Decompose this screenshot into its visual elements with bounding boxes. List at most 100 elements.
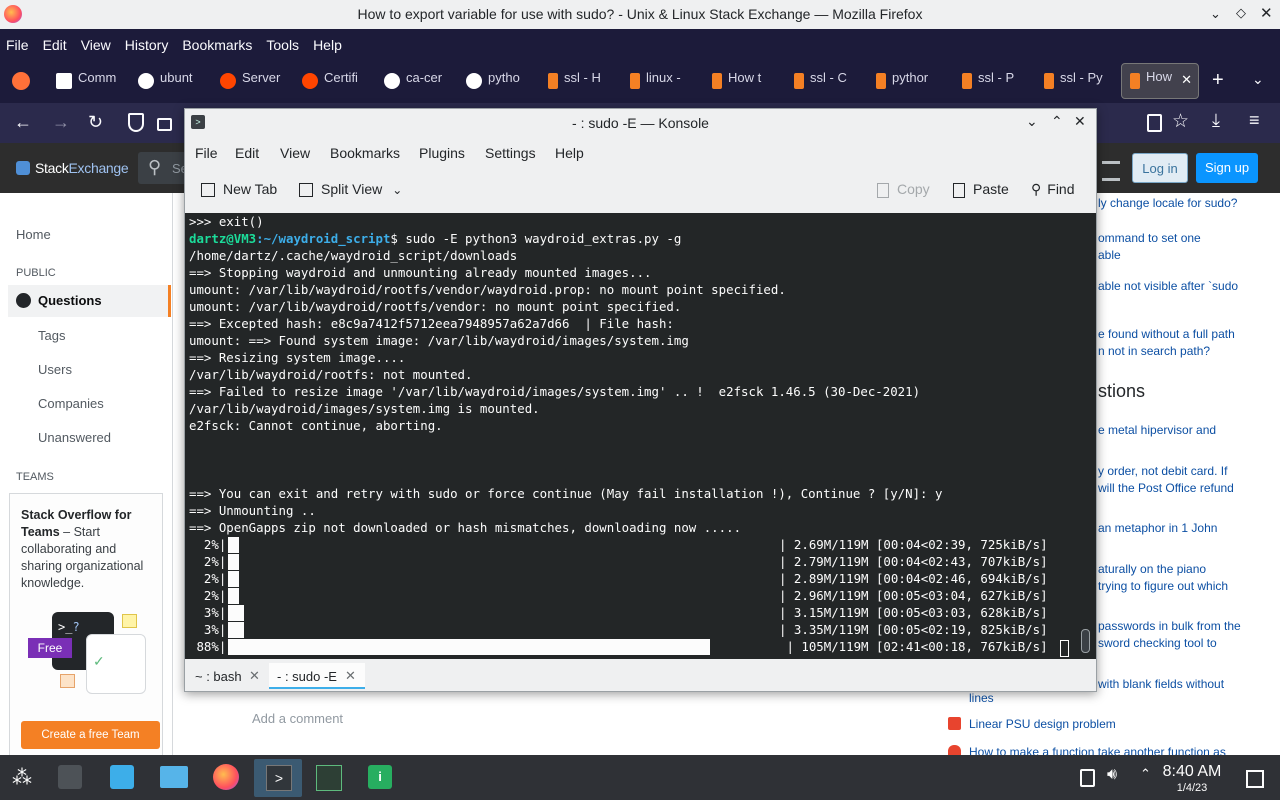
konsole-menu-bookmarks[interactable]: Bookmarks xyxy=(330,145,400,161)
hot-question-link[interactable]: passwords in bulk from the xyxy=(1098,618,1241,635)
clock-time[interactable]: 8:40 AM xyxy=(1158,763,1226,781)
maximize-icon[interactable]: ◇ xyxy=(1236,5,1250,20)
nav-tags[interactable]: Tags xyxy=(38,328,65,343)
konsole-menu-help[interactable]: Help xyxy=(555,145,584,161)
app-menu-icon[interactable]: ≡ xyxy=(1249,110,1260,131)
related-question-link[interactable]: ly change locale for sudo? xyxy=(1098,195,1237,212)
tab-close-icon[interactable]: ✕ xyxy=(249,668,260,684)
browser-tab[interactable]: linux - xyxy=(630,66,692,96)
tab-close-icon[interactable]: ✕ xyxy=(1181,72,1192,88)
menu-file[interactable]: File xyxy=(6,37,29,53)
volume-icon[interactable]: 🔊︎ xyxy=(1107,766,1117,784)
copy-button[interactable]: Copy xyxy=(877,181,930,198)
browser-tab[interactable]: ca-cer xyxy=(384,66,446,96)
signup-button[interactable]: Sign up xyxy=(1196,153,1258,183)
konsole-tab-sudo[interactable]: - : sudo -E ✕ xyxy=(269,663,365,689)
shield-icon[interactable] xyxy=(128,113,144,132)
konsole-menu-plugins[interactable]: Plugins xyxy=(419,145,465,161)
minimize-icon[interactable]: ⌄ xyxy=(1210,6,1224,21)
menu-bookmarks[interactable]: Bookmarks xyxy=(182,37,252,53)
related-question-link[interactable]: able not visible after `sudo xyxy=(1098,278,1238,295)
clipboard-icon[interactable] xyxy=(1080,769,1095,787)
browser-tab[interactable]: ssl - P xyxy=(962,66,1024,96)
downloads-icon[interactable]: ⤓ xyxy=(1212,110,1220,131)
hot-question-link[interactable]: e metal hipervisor and xyxy=(1098,422,1216,439)
add-comment-link[interactable]: Add a comment xyxy=(252,711,343,726)
menu-tools[interactable]: Tools xyxy=(266,37,299,53)
related-question-link[interactable]: e found without a full path xyxy=(1098,326,1235,343)
konsole-menu-settings[interactable]: Settings xyxy=(485,145,536,161)
terminal-scrollbar[interactable] xyxy=(1081,629,1090,653)
back-icon[interactable]: ← xyxy=(14,112,32,133)
site-switcher-icon[interactable] xyxy=(1102,161,1120,181)
hot-question-link[interactable]: How to make a function take another func… xyxy=(969,744,1226,755)
firefox-view-icon[interactable] xyxy=(12,72,30,90)
konsole-menu-view[interactable]: View xyxy=(280,145,310,161)
browser-tab[interactable]: ssl - H xyxy=(548,66,610,96)
konsole-menu-file[interactable]: File xyxy=(195,145,218,161)
new-tab-icon[interactable]: + xyxy=(1212,69,1224,92)
site-logo[interactable]: StackExchange xyxy=(35,160,129,176)
forward-icon[interactable]: → xyxy=(52,112,70,133)
firefox-taskbar-icon[interactable] xyxy=(204,759,248,797)
minimize-icon[interactable]: ⌄ xyxy=(1026,113,1038,130)
browser-tab[interactable]: Comm xyxy=(56,66,122,96)
info-center-icon[interactable]: i xyxy=(358,759,402,797)
konsole-taskbar-icon[interactable]: > xyxy=(254,759,302,797)
show-desktop-icon[interactable] xyxy=(1246,770,1264,788)
reload-icon[interactable]: ↻ xyxy=(88,112,103,133)
reader-view-icon[interactable] xyxy=(1147,114,1162,132)
app-launcher-icon[interactable]: ⁂ xyxy=(10,765,34,789)
login-button[interactable]: Log in xyxy=(1132,153,1188,183)
konsole-tab-bash[interactable]: ~ : bash ✕ xyxy=(187,663,265,689)
browser-tab[interactable]: Certifi xyxy=(302,66,364,96)
hot-question-link[interactable]: Linear PSU design problem xyxy=(969,716,1116,733)
bookmark-star-icon[interactable]: ☆ xyxy=(1172,110,1189,133)
browser-tab[interactable]: ssl - Py xyxy=(1044,66,1106,96)
menu-help[interactable]: Help xyxy=(313,37,342,53)
nav-home[interactable]: Home xyxy=(16,227,51,242)
nav-unanswered[interactable]: Unanswered xyxy=(38,430,111,445)
system-monitor-icon[interactable] xyxy=(306,759,350,797)
find-button[interactable]: ⚲ Find xyxy=(1031,181,1075,198)
close-icon[interactable]: ✕ xyxy=(1260,4,1274,22)
hot-question-link[interactable]: will the Post Office refund xyxy=(1098,480,1234,497)
browser-tab[interactable]: How t xyxy=(712,66,774,96)
related-question-link[interactable]: able xyxy=(1098,247,1121,264)
nav-companies[interactable]: Companies xyxy=(38,396,104,411)
terminal-output[interactable]: >>> exit() dartz@VM3:~/waydroid_script$ … xyxy=(185,213,1096,659)
browser-tab[interactable]: ssl - C xyxy=(794,66,856,96)
nav-users[interactable]: Users xyxy=(38,362,72,377)
browser-tab[interactable]: pytho xyxy=(466,66,528,96)
nav-questions[interactable]: Questions xyxy=(8,285,171,317)
hot-question-link[interactable]: trying to figure out which xyxy=(1098,578,1228,595)
file-manager-icon[interactable] xyxy=(152,759,196,797)
lock-icon[interactable] xyxy=(157,118,172,131)
clock-date[interactable]: 1/4/23 xyxy=(1158,782,1226,794)
related-question-link[interactable]: n not in search path? xyxy=(1098,343,1210,360)
hot-question-link[interactable]: with blank fields without xyxy=(1098,676,1224,693)
hot-question-link[interactable]: aturally on the piano xyxy=(1098,561,1206,578)
create-team-button[interactable]: Create a free Team xyxy=(21,721,160,749)
split-view-button[interactable]: Split View ⌄ xyxy=(299,181,402,198)
browser-tab[interactable]: pythor xyxy=(876,66,942,96)
konsole-menu-edit[interactable]: Edit xyxy=(235,145,259,161)
close-icon[interactable]: ✕ xyxy=(1074,113,1086,130)
hot-question-link[interactable]: an metaphor in 1 John xyxy=(1098,520,1217,537)
active-browser-tab[interactable]: How ✕ xyxy=(1121,63,1199,99)
paste-button[interactable]: Paste xyxy=(953,181,1009,198)
new-tab-button[interactable]: New Tab xyxy=(201,181,277,198)
discover-store-icon[interactable] xyxy=(100,759,144,797)
maximize-icon[interactable]: ⌃ xyxy=(1051,113,1063,130)
stackexchange-logo-icon[interactable] xyxy=(16,161,30,175)
tab-close-icon[interactable]: ✕ xyxy=(345,668,356,684)
tray-expand-icon[interactable]: ⌃ xyxy=(1140,766,1151,782)
tab-list-icon[interactable]: ⌄ xyxy=(1252,71,1264,88)
hot-question-link[interactable]: sword checking tool to xyxy=(1098,635,1217,652)
browser-tab[interactable]: ubunt xyxy=(138,66,200,96)
related-question-link[interactable]: ommand to set one xyxy=(1098,230,1201,247)
menu-view[interactable]: View xyxy=(81,37,111,53)
hot-question-link[interactable]: lines xyxy=(969,690,994,707)
menu-history[interactable]: History xyxy=(125,37,169,53)
menu-edit[interactable]: Edit xyxy=(43,37,67,53)
